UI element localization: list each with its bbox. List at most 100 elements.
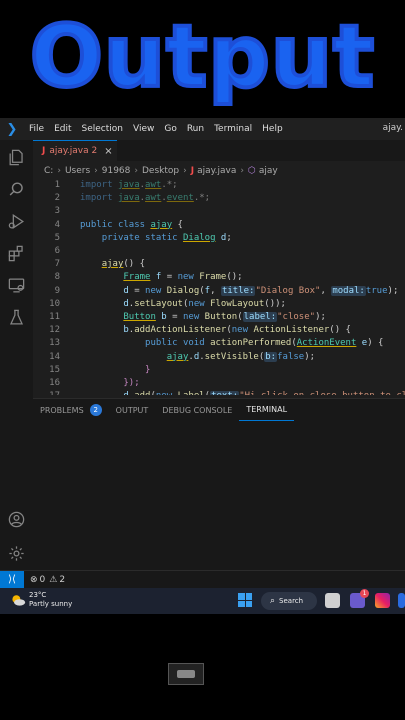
status-bar: ⟩⟨ ⊗ 0 ⚠ 2 bbox=[0, 570, 405, 589]
explorer-icon[interactable] bbox=[7, 148, 26, 167]
activity-bar: 1 bbox=[0, 140, 33, 589]
line-number: 15 bbox=[49, 364, 60, 375]
search-icon: ⌕ bbox=[270, 596, 276, 606]
code-text: Frame f = new Frame(); bbox=[123, 272, 243, 283]
window-title: ajay. bbox=[382, 123, 403, 133]
editor-tabs: J ajay.java 2 × bbox=[33, 140, 405, 161]
menu-selection[interactable]: Selection bbox=[77, 124, 128, 134]
code-editor[interactable]: 1 import java.awt.*; 2 import java.awt.even… bbox=[33, 179, 405, 395]
video-banner: Output bbox=[0, 0, 405, 118]
line-number: 10 bbox=[49, 298, 60, 309]
code-line[interactable]: 5 private static Dialog d; bbox=[33, 232, 405, 245]
search-icon[interactable] bbox=[7, 180, 26, 199]
code-line[interactable]: 17 d.add(new Label(text:"Hi click on clo… bbox=[33, 390, 405, 395]
code-text: d = new Dialog(f, title:"Dialog Box", mo… bbox=[123, 285, 399, 296]
menu-help[interactable]: Help bbox=[257, 124, 288, 134]
code-text: private static Dialog d; bbox=[101, 232, 232, 243]
instagram-icon[interactable] bbox=[375, 593, 390, 608]
code-line[interactable]: 8 Frame f = new Frame(); bbox=[33, 271, 405, 284]
breadcrumb-file[interactable]: ajay.java bbox=[197, 166, 236, 176]
class-symbol-icon: ⬡ bbox=[248, 165, 256, 176]
warning-icon: ⚠ bbox=[49, 574, 58, 585]
task-view-icon[interactable] bbox=[325, 593, 340, 608]
app-icon-edge[interactable] bbox=[398, 593, 405, 608]
weather-widget[interactable]: 23°C Partly sunny bbox=[29, 591, 72, 609]
menu-bar: ❯ File Edit Selection View Go Run Termin… bbox=[0, 118, 405, 140]
weather-temp: 23°C bbox=[29, 591, 47, 599]
menu-file[interactable]: File bbox=[24, 124, 49, 134]
settings-gear-icon[interactable] bbox=[7, 544, 26, 563]
line-number: 3 bbox=[54, 206, 60, 217]
problems-status[interactable]: ⊗ 0 ⚠ 2 bbox=[30, 575, 65, 585]
breadcrumb-class[interactable]: ajay bbox=[259, 166, 278, 176]
code-line[interactable]: 6 bbox=[33, 245, 405, 258]
breadcrumb-users[interactable]: Users bbox=[65, 166, 90, 176]
run-debug-icon[interactable] bbox=[7, 212, 26, 231]
code-text: import java.awt.*; bbox=[80, 180, 178, 190]
windows-start-icon[interactable] bbox=[238, 593, 252, 607]
taskbar-search[interactable]: ⌕ Search bbox=[261, 592, 317, 610]
code-line[interactable]: 11 Button b = new Button(label:"close"); bbox=[33, 311, 405, 324]
breadcrumb-user[interactable]: 91968 bbox=[102, 166, 131, 176]
line-number: 8 bbox=[54, 272, 60, 283]
weather-condition: Partly sunny bbox=[29, 600, 73, 608]
java-file-icon: J bbox=[190, 165, 195, 176]
menu-terminal[interactable]: Terminal bbox=[209, 124, 257, 134]
line-number: 14 bbox=[49, 351, 60, 362]
remote-indicator-icon[interactable]: ⟩⟨ bbox=[0, 570, 24, 589]
line-number: 16 bbox=[49, 378, 60, 388]
breadcrumb-desktop[interactable]: Desktop bbox=[142, 166, 179, 176]
code-text: Button b = new Button(label:"close"); bbox=[123, 312, 326, 322]
notification-badge: 1 bbox=[360, 589, 369, 598]
bottom-panel: PROBLEMS 2 OUTPUT DEBUG CONSOLE TERMINAL bbox=[33, 398, 405, 570]
line-number: 12 bbox=[49, 325, 60, 336]
java-file-icon: J bbox=[42, 146, 46, 156]
close-icon[interactable]: × bbox=[104, 146, 112, 157]
tab-debug-console[interactable]: DEBUG CONSOLE bbox=[155, 399, 239, 421]
code-line[interactable]: 9 d = new Dialog(f, title:"Dialog Box", … bbox=[33, 285, 405, 298]
tab-output[interactable]: OUTPUT bbox=[109, 399, 156, 421]
menu-edit[interactable]: Edit bbox=[49, 124, 76, 134]
menu-go[interactable]: Go bbox=[159, 124, 181, 134]
extensions-icon[interactable] bbox=[7, 244, 26, 263]
code-line[interactable]: 15 } bbox=[33, 364, 405, 377]
code-text: ajay() { bbox=[101, 259, 146, 270]
code-line[interactable]: 13 public void actionPerformed(ActionEve… bbox=[33, 337, 405, 350]
code-line[interactable]: 1 import java.awt.*; bbox=[33, 179, 405, 192]
code-text: public class ajay { bbox=[80, 219, 183, 230]
menu-view[interactable]: View bbox=[128, 124, 159, 134]
line-number: 5 bbox=[54, 232, 60, 243]
windows-taskbar: 23°C Partly sunny ⌕ Search 1 bbox=[0, 588, 405, 614]
tab-ajay-java[interactable]: J ajay.java 2 × bbox=[33, 140, 117, 161]
code-line[interactable]: 14 ajay.d.setVisible(b:false); bbox=[33, 351, 405, 364]
code-text: d.add(new Label(text:"Hi click on close … bbox=[80, 390, 405, 395]
partly-sunny-icon bbox=[12, 595, 26, 606]
testing-icon[interactable] bbox=[7, 308, 26, 327]
menu-run[interactable]: Run bbox=[182, 124, 209, 134]
code-line[interactable]: 16 }); bbox=[33, 377, 405, 390]
vscode-logo-icon: ❯ bbox=[6, 121, 18, 137]
code-text: d.setLayout(new FlowLayout()); bbox=[123, 298, 286, 309]
code-line[interactable]: 4 public class ajay { bbox=[33, 219, 405, 232]
code-line[interactable]: 7 ajay() { bbox=[33, 258, 405, 271]
code-text: b.addActionListener(new ActionListener()… bbox=[123, 325, 351, 336]
code-line[interactable]: 3 bbox=[33, 205, 405, 218]
code-line[interactable]: 10 d.setLayout(new FlowLayout()); bbox=[33, 298, 405, 311]
tab-terminal[interactable]: TERMINAL bbox=[239, 399, 295, 421]
code-line[interactable]: 12 b.addActionListener(new ActionListene… bbox=[33, 324, 405, 337]
line-number: 4 bbox=[54, 219, 60, 230]
line-number: 2 bbox=[54, 193, 60, 204]
tab-problems[interactable]: PROBLEMS 2 bbox=[33, 399, 109, 421]
line-number: 1 bbox=[54, 180, 60, 190]
code-text: public void actionPerformed(ActionEvent … bbox=[145, 338, 384, 349]
account-icon[interactable] bbox=[7, 510, 26, 529]
video-thumbnail-icon bbox=[168, 663, 204, 685]
code-line[interactable]: 2 import java.awt.event.*; bbox=[33, 192, 405, 205]
code-text: import java.awt.event.*; bbox=[80, 193, 211, 204]
line-number: 6 bbox=[54, 246, 60, 256]
line-number: 7 bbox=[54, 259, 60, 270]
breadcrumb-drive[interactable]: C: bbox=[44, 166, 53, 176]
remote-explorer-icon[interactable] bbox=[7, 276, 26, 295]
code-text: ajay.d.setVisible(b:false); bbox=[166, 351, 316, 362]
code-text: }); bbox=[123, 378, 140, 388]
